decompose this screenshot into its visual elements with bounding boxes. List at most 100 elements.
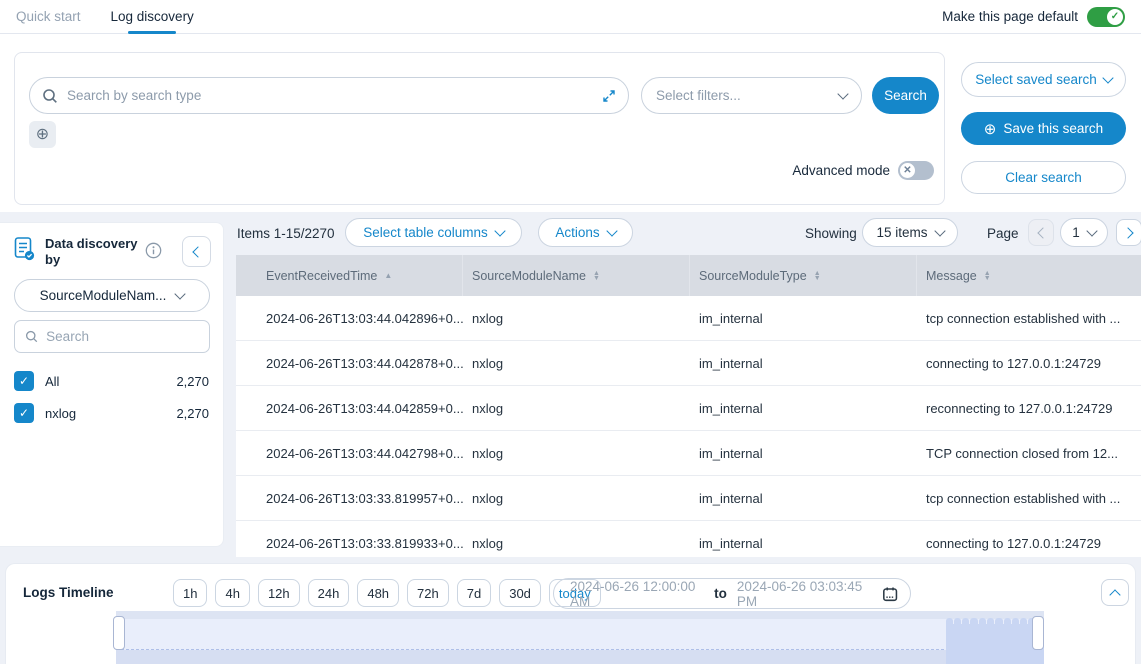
- prev-page-button[interactable]: [1028, 219, 1054, 246]
- timeline-brush[interactable]: [116, 611, 1044, 664]
- range-1h[interactable]: 1h: [173, 579, 207, 607]
- actions-button[interactable]: Actions: [538, 218, 633, 247]
- plus-circle-icon: ⊕: [36, 126, 49, 143]
- sort-icon[interactable]: ▲▼: [814, 271, 821, 281]
- column-header-sourcemodulename[interactable]: SourceModuleName ▲▼: [463, 255, 690, 296]
- make-default-label: Make this page default: [942, 9, 1078, 24]
- date-from-value: 2024-06-26 12:00:00 AM: [570, 579, 704, 609]
- cell-time: 2024-06-26T13:03:33.819933+0...: [236, 521, 463, 557]
- column-header-message[interactable]: Message ▲▼: [917, 255, 1141, 296]
- cell-type: im_internal: [690, 341, 917, 385]
- clear-search-button[interactable]: Clear search: [961, 161, 1126, 194]
- discovery-field-value: SourceModuleNam...: [40, 288, 167, 303]
- table-row[interactable]: 2024-06-26T13:03:33.819957+0...nxlogim_i…: [236, 476, 1141, 521]
- range-30d[interactable]: 30d: [499, 579, 541, 607]
- add-search-row-button[interactable]: ⊕: [29, 121, 56, 148]
- filters-dropdown[interactable]: Select filters...: [641, 77, 862, 114]
- facet-list: ✓All2,270✓nxlog2,270: [14, 365, 209, 429]
- checkbox-checked[interactable]: ✓: [14, 403, 34, 423]
- save-this-search-label: Save this search: [1003, 121, 1103, 136]
- table-row[interactable]: 2024-06-26T13:03:44.042859+0...nxlogim_i…: [236, 386, 1141, 431]
- log-discovery-page: Quick start Log discovery Make this page…: [0, 0, 1141, 664]
- sort-icon[interactable]: ▲▼: [984, 271, 991, 281]
- tab-log-discovery-label: Log discovery: [111, 9, 194, 24]
- items-per-page-select[interactable]: 15 items: [862, 218, 958, 247]
- tab-log-discovery[interactable]: Log discovery: [111, 0, 194, 34]
- timeline-collapse-button[interactable]: [1101, 579, 1129, 606]
- sidebar-title: Data discovery by: [45, 236, 141, 269]
- range-7d[interactable]: 7d: [457, 579, 491, 607]
- cell-module: nxlog: [463, 431, 690, 475]
- chevron-down-icon: [1102, 72, 1113, 83]
- discovery-field-dropdown[interactable]: SourceModuleNam...: [14, 279, 210, 312]
- range-48h[interactable]: 48h: [357, 579, 399, 607]
- table-row[interactable]: 2024-06-26T13:03:44.042878+0...nxlogim_i…: [236, 341, 1141, 386]
- checkbox-checked[interactable]: ✓: [14, 371, 34, 391]
- cell-type: im_internal: [690, 521, 917, 557]
- cell-message: tcp connection established with ...: [917, 476, 1141, 520]
- brush-left-handle[interactable]: [113, 616, 125, 650]
- column-header-sourcemoduletype[interactable]: SourceModuleType ▲▼: [690, 255, 917, 296]
- cell-module: nxlog: [463, 341, 690, 385]
- search-input[interactable]: [67, 88, 593, 103]
- search-button[interactable]: Search: [872, 77, 939, 114]
- make-default-toggle[interactable]: ✓: [1087, 7, 1125, 27]
- calendar-icon[interactable]: [882, 585, 898, 603]
- sidebar-collapse-button[interactable]: [182, 236, 211, 267]
- next-page-button[interactable]: [1116, 219, 1141, 246]
- cell-module: nxlog: [463, 521, 690, 557]
- select-table-columns-button[interactable]: Select table columns: [345, 218, 522, 247]
- chevron-down-icon: [1086, 225, 1097, 236]
- column-header-eventreceivedtime[interactable]: EventReceivedTime ▲: [236, 255, 463, 296]
- cell-message: connecting to 127.0.0.1:24729: [917, 521, 1141, 557]
- cell-type: im_internal: [690, 386, 917, 430]
- tab-quick-start[interactable]: Quick start: [16, 9, 81, 24]
- table-row[interactable]: 2024-06-26T13:03:44.042896+0...nxlogim_i…: [236, 296, 1141, 341]
- range-4h[interactable]: 4h: [215, 579, 249, 607]
- cell-type: im_internal: [690, 296, 917, 340]
- document-check-icon: [14, 236, 36, 262]
- actions-label: Actions: [555, 225, 599, 240]
- facet-item[interactable]: ✓nxlog2,270: [14, 397, 209, 429]
- info-icon[interactable]: [145, 242, 162, 259]
- date-to-word: to: [714, 586, 727, 601]
- cell-time: 2024-06-26T13:03:33.819957+0...: [236, 476, 463, 520]
- chevron-right-icon: [1122, 227, 1133, 238]
- page-number-select[interactable]: 1: [1060, 218, 1108, 247]
- search-icon: [42, 88, 58, 104]
- cell-time: 2024-06-26T13:03:44.042798+0...: [236, 431, 463, 475]
- advanced-mode-toggle[interactable]: ✕: [898, 161, 934, 180]
- brush-right-handle[interactable]: [1032, 616, 1044, 650]
- table-row[interactable]: 2024-06-26T13:03:33.819933+0...nxlogim_i…: [236, 521, 1141, 557]
- range-12h[interactable]: 12h: [258, 579, 300, 607]
- timeline-track-top: [116, 611, 1044, 619]
- cell-type: im_internal: [690, 476, 917, 520]
- sort-ascending-icon[interactable]: ▲: [384, 271, 392, 280]
- items-summary: Items 1-15/2270: [237, 226, 335, 241]
- facet-search-wrapper[interactable]: [14, 320, 210, 353]
- log-table: EventReceivedTime ▲ SourceModuleName ▲▼ …: [236, 255, 1141, 557]
- chevron-up-icon: [1109, 589, 1120, 600]
- cross-icon: ✕: [900, 163, 915, 178]
- date-range-picker[interactable]: 2024-06-26 12:00:00 AM to 2024-06-26 03:…: [553, 578, 911, 609]
- cell-type: im_internal: [690, 431, 917, 475]
- top-nav: Quick start Log discovery Make this page…: [0, 0, 1141, 34]
- save-this-search-button[interactable]: ⊕ Save this search: [961, 112, 1126, 145]
- facet-count: 2,270: [176, 406, 209, 421]
- select-saved-search-button[interactable]: Select saved search: [961, 62, 1126, 97]
- page-number-value: 1: [1072, 225, 1080, 240]
- chevron-left-icon: [192, 246, 203, 257]
- cell-module: nxlog: [463, 386, 690, 430]
- range-24h[interactable]: 24h: [308, 579, 350, 607]
- range-72h[interactable]: 72h: [407, 579, 449, 607]
- expand-icon[interactable]: [602, 89, 616, 103]
- table-row[interactable]: 2024-06-26T13:03:44.042798+0...nxlogim_i…: [236, 431, 1141, 476]
- facet-search-input[interactable]: [46, 329, 199, 344]
- items-per-page-value: 15 items: [876, 225, 927, 240]
- table-header: EventReceivedTime ▲ SourceModuleName ▲▼ …: [236, 255, 1141, 296]
- timeline-selection-area[interactable]: [116, 619, 1044, 650]
- sort-icon[interactable]: ▲▼: [593, 271, 600, 281]
- cell-message: TCP connection closed from 12...: [917, 431, 1141, 475]
- search-input-wrapper[interactable]: [29, 77, 629, 114]
- facet-item[interactable]: ✓All2,270: [14, 365, 209, 397]
